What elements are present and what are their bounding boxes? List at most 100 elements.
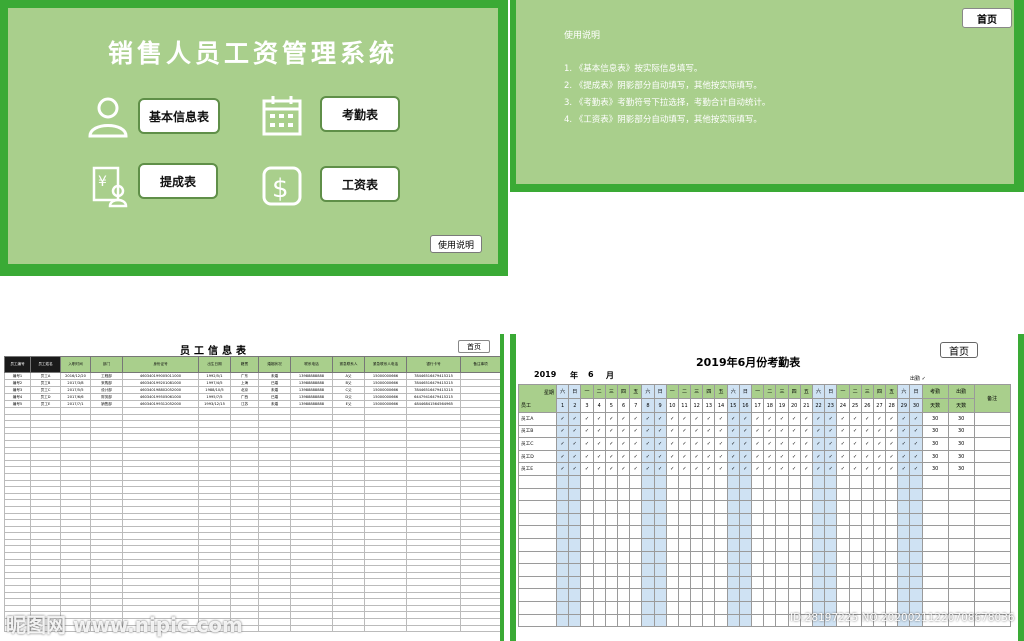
attendance-cell[interactable] — [677, 537, 692, 552]
remark-cell[interactable] — [973, 500, 1011, 514]
attendance-cell[interactable] — [580, 563, 594, 577]
attendance-cell[interactable]: ✓ — [592, 424, 606, 439]
attendance-cell[interactable] — [641, 575, 655, 590]
attendance-cell[interactable] — [641, 537, 655, 552]
attendance-cell[interactable] — [555, 563, 570, 577]
empty-cell[interactable] — [258, 499, 291, 507]
empty-cell[interactable] — [122, 466, 199, 474]
empty-cell[interactable] — [4, 426, 31, 435]
attendance-cell[interactable]: ✓ — [897, 462, 911, 476]
attendance-cell[interactable] — [811, 512, 826, 527]
attendance-cell[interactable]: ✓ — [836, 462, 850, 476]
attendance-cell[interactable] — [629, 500, 643, 514]
empty-cell[interactable] — [406, 446, 461, 455]
empty-cell[interactable] — [90, 486, 123, 494]
attendance-cell[interactable]: ✓ — [568, 437, 582, 451]
empty-cell[interactable] — [4, 472, 31, 481]
empty-cell[interactable] — [460, 492, 501, 501]
attendance-cell[interactable]: ✓ — [665, 412, 679, 426]
attendance-cell[interactable]: ✓ — [885, 449, 899, 464]
table-cell[interactable]: A父 — [332, 372, 365, 380]
empty-cell[interactable] — [30, 492, 61, 501]
empty-cell[interactable] — [290, 519, 333, 527]
attendance-cell[interactable]: ✓ — [690, 449, 704, 464]
attendance-cell[interactable] — [726, 588, 740, 602]
attendance-cell[interactable] — [616, 474, 631, 489]
attendance-cell[interactable] — [616, 588, 631, 602]
empty-cell[interactable] — [364, 499, 407, 507]
empty-cell[interactable] — [460, 618, 501, 626]
attendance-cell[interactable] — [568, 550, 582, 565]
empty-cell[interactable] — [460, 578, 501, 587]
attendance-cell[interactable] — [897, 575, 911, 590]
empty-cell[interactable] — [90, 433, 123, 441]
employee-name[interactable] — [518, 563, 557, 577]
attendance-cell[interactable] — [811, 588, 826, 602]
empty-cell[interactable] — [122, 426, 199, 435]
empty-cell[interactable] — [198, 538, 231, 547]
attendance-cell[interactable] — [677, 575, 692, 590]
attendance-cell[interactable]: ✓ — [909, 462, 923, 476]
employee-name[interactable] — [518, 550, 557, 565]
attendance-cell[interactable]: ✓ — [824, 424, 838, 439]
attendance-cell[interactable] — [872, 474, 887, 489]
empty-cell[interactable] — [332, 459, 365, 468]
table-cell[interactable]: 工程部 — [90, 372, 123, 380]
attendance-cell[interactable] — [836, 512, 850, 527]
attendance-cell[interactable] — [848, 550, 862, 565]
attendance-cell[interactable] — [580, 525, 594, 539]
attendance-cell[interactable]: ✓ — [909, 437, 923, 451]
attendance-cell[interactable] — [738, 537, 753, 552]
attendance-cell[interactable] — [750, 600, 765, 615]
attendance-cell[interactable]: ✓ — [690, 412, 704, 426]
empty-cell[interactable] — [290, 598, 333, 606]
empty-cell[interactable] — [122, 585, 199, 593]
empty-cell[interactable] — [258, 512, 291, 521]
attendance-cell[interactable] — [872, 512, 887, 527]
home-button[interactable]: 首页 — [962, 8, 1012, 28]
attendance-cell[interactable]: ✓ — [860, 449, 874, 464]
attendance-cell[interactable] — [677, 500, 692, 514]
attendance-cell[interactable] — [836, 474, 850, 489]
attendance-cell[interactable] — [775, 537, 789, 552]
empty-cell[interactable] — [198, 486, 231, 494]
attendance-cell[interactable] — [738, 525, 753, 539]
attendance-cell[interactable] — [787, 500, 801, 514]
empty-cell[interactable] — [90, 492, 123, 501]
attendance-cell[interactable] — [702, 525, 716, 539]
empty-cell[interactable] — [122, 512, 199, 521]
attendance-cell[interactable]: ✓ — [641, 437, 655, 451]
attendance-cell[interactable] — [690, 575, 704, 590]
attendance-cell[interactable] — [580, 600, 594, 615]
employee-name[interactable] — [518, 613, 557, 628]
empty-cell[interactable] — [60, 459, 91, 468]
attendance-cell[interactable] — [763, 600, 777, 615]
table-cell[interactable]: 1992/5/1 — [198, 372, 231, 380]
attendance-cell[interactable]: ✓ — [641, 424, 655, 439]
year-value[interactable]: 2019 — [534, 370, 556, 379]
empty-cell[interactable] — [332, 532, 365, 540]
attendance-cell[interactable]: ✓ — [702, 462, 716, 476]
attendance-cell[interactable] — [702, 575, 716, 590]
empty-cell[interactable] — [90, 565, 123, 573]
empty-cell[interactable] — [122, 519, 199, 527]
attendance-cell[interactable] — [726, 512, 740, 527]
empty-cell[interactable] — [364, 512, 407, 521]
empty-cell[interactable] — [230, 459, 259, 468]
empty-cell[interactable] — [406, 420, 461, 428]
attendance-cell[interactable] — [714, 537, 728, 552]
attendance-cell[interactable]: ✓ — [677, 462, 692, 476]
table-cell[interactable]: 财务部 — [90, 393, 123, 401]
empty-cell[interactable] — [460, 565, 501, 573]
attendance-cell[interactable]: ✓ — [811, 462, 826, 476]
empty-cell[interactable] — [122, 552, 199, 560]
basic-info-button[interactable]: 基本信息表 — [138, 98, 220, 134]
empty-cell[interactable] — [258, 571, 291, 580]
attendance-cell[interactable]: ✓ — [616, 449, 631, 464]
empty-cell[interactable] — [60, 486, 91, 494]
empty-cell[interactable] — [364, 571, 407, 580]
attendance-cell[interactable] — [738, 563, 753, 577]
empty-cell[interactable] — [230, 407, 259, 415]
attendance-cell[interactable]: ✓ — [750, 437, 765, 451]
employee-name[interactable] — [518, 500, 557, 514]
